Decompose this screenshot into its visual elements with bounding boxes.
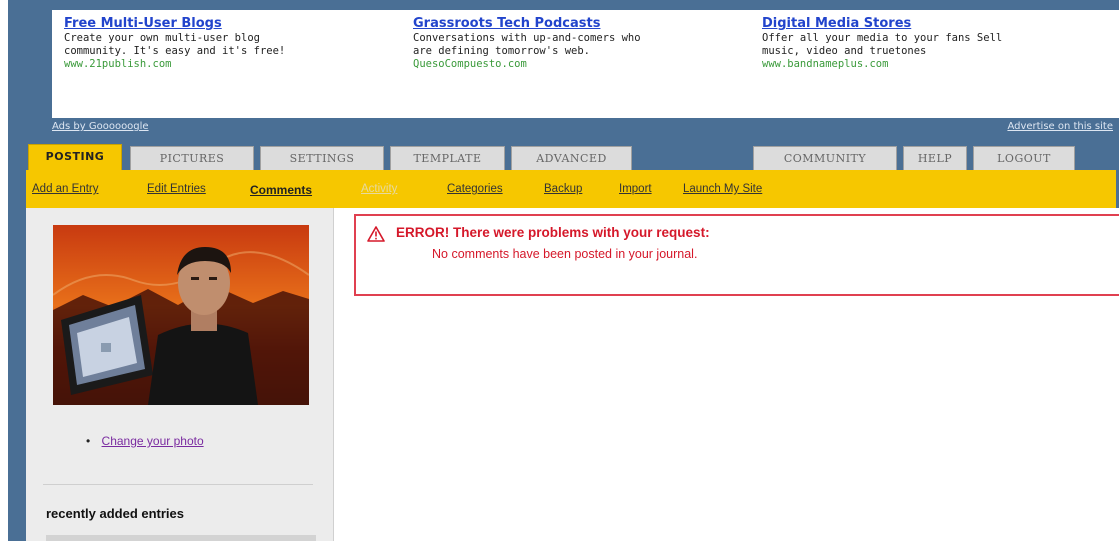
ad-url[interactable]: www.21publish.com [64, 58, 394, 71]
ad-item[interactable]: Grassroots Tech Podcasts Conversations w… [413, 16, 743, 71]
ad-banner: Free Multi-User Blogs Create your own mu… [52, 10, 1119, 118]
ad-url[interactable]: www.bandnameplus.com [762, 58, 1092, 71]
subnav-activity: Activity [361, 183, 398, 195]
ad-url[interactable]: QuesoCompuesto.com [413, 58, 743, 71]
tab-template[interactable]: TEMPLATE [390, 146, 505, 170]
subnav-backup[interactable]: Backup [544, 183, 582, 195]
subnav-comments[interactable]: Comments [250, 183, 312, 197]
tab-help[interactable]: HELP [903, 146, 967, 170]
advertise-link[interactable]: Advertise on this site [1007, 121, 1113, 132]
app-frame: Free Multi-User Blogs Create your own mu… [8, 0, 1119, 541]
warning-icon [367, 226, 385, 242]
ad-description: Create your own multi-user blog communit… [64, 32, 286, 57]
subnav-import[interactable]: Import [619, 183, 652, 195]
recent-entries-heading: recently added entries [46, 506, 184, 521]
ad-title-link[interactable]: Digital Media Stores [762, 16, 1092, 32]
ad-item[interactable]: Digital Media Stores Offer all your medi… [762, 16, 1092, 71]
tab-pictures[interactable]: PICTURES [130, 146, 254, 170]
ad-description: Offer all your media to your fans Sell m… [762, 32, 1003, 57]
subnav-categories[interactable]: Categories [447, 183, 503, 195]
ad-item[interactable]: Free Multi-User Blogs Create your own mu… [64, 16, 394, 71]
sidebar: • Change your photo recently added entri… [26, 208, 334, 541]
change-photo-item[interactable]: • Change your photo [86, 434, 204, 448]
ads-by-google-link[interactable]: Ads by Goooooogle [52, 121, 149, 132]
tab-posting[interactable]: POSTING [28, 144, 122, 170]
tab-community[interactable]: COMMUNITY [753, 146, 897, 170]
tab-logout[interactable]: LOGOUT [973, 146, 1075, 170]
error-box: ERROR! There were problems with your req… [354, 214, 1119, 296]
divider [43, 484, 313, 485]
subnav-launch-site[interactable]: Launch My Site [683, 183, 762, 195]
error-message: No comments have been posted in your jou… [432, 247, 698, 261]
bullet-icon: • [86, 434, 91, 448]
change-photo-link[interactable]: Change your photo [102, 434, 204, 448]
profile-photo [53, 225, 309, 405]
ad-title-link[interactable]: Grassroots Tech Podcasts [413, 16, 743, 32]
ad-description: Conversations with up-and-comers who are… [413, 32, 641, 57]
ad-title-link[interactable]: Free Multi-User Blogs [64, 16, 394, 32]
recent-entries-list [46, 535, 316, 541]
sub-navigation: Add an Entry Edit Entries Comments Activ… [26, 170, 1116, 208]
subnav-add-entry[interactable]: Add an Entry [32, 183, 98, 195]
error-title: ERROR! There were problems with your req… [396, 225, 710, 240]
tab-advanced[interactable]: ADVANCED [511, 146, 632, 170]
tab-settings[interactable]: SETTINGS [260, 146, 384, 170]
subnav-edit-entries[interactable]: Edit Entries [147, 183, 206, 195]
main-content: • Change your photo recently added entri… [26, 208, 1119, 541]
